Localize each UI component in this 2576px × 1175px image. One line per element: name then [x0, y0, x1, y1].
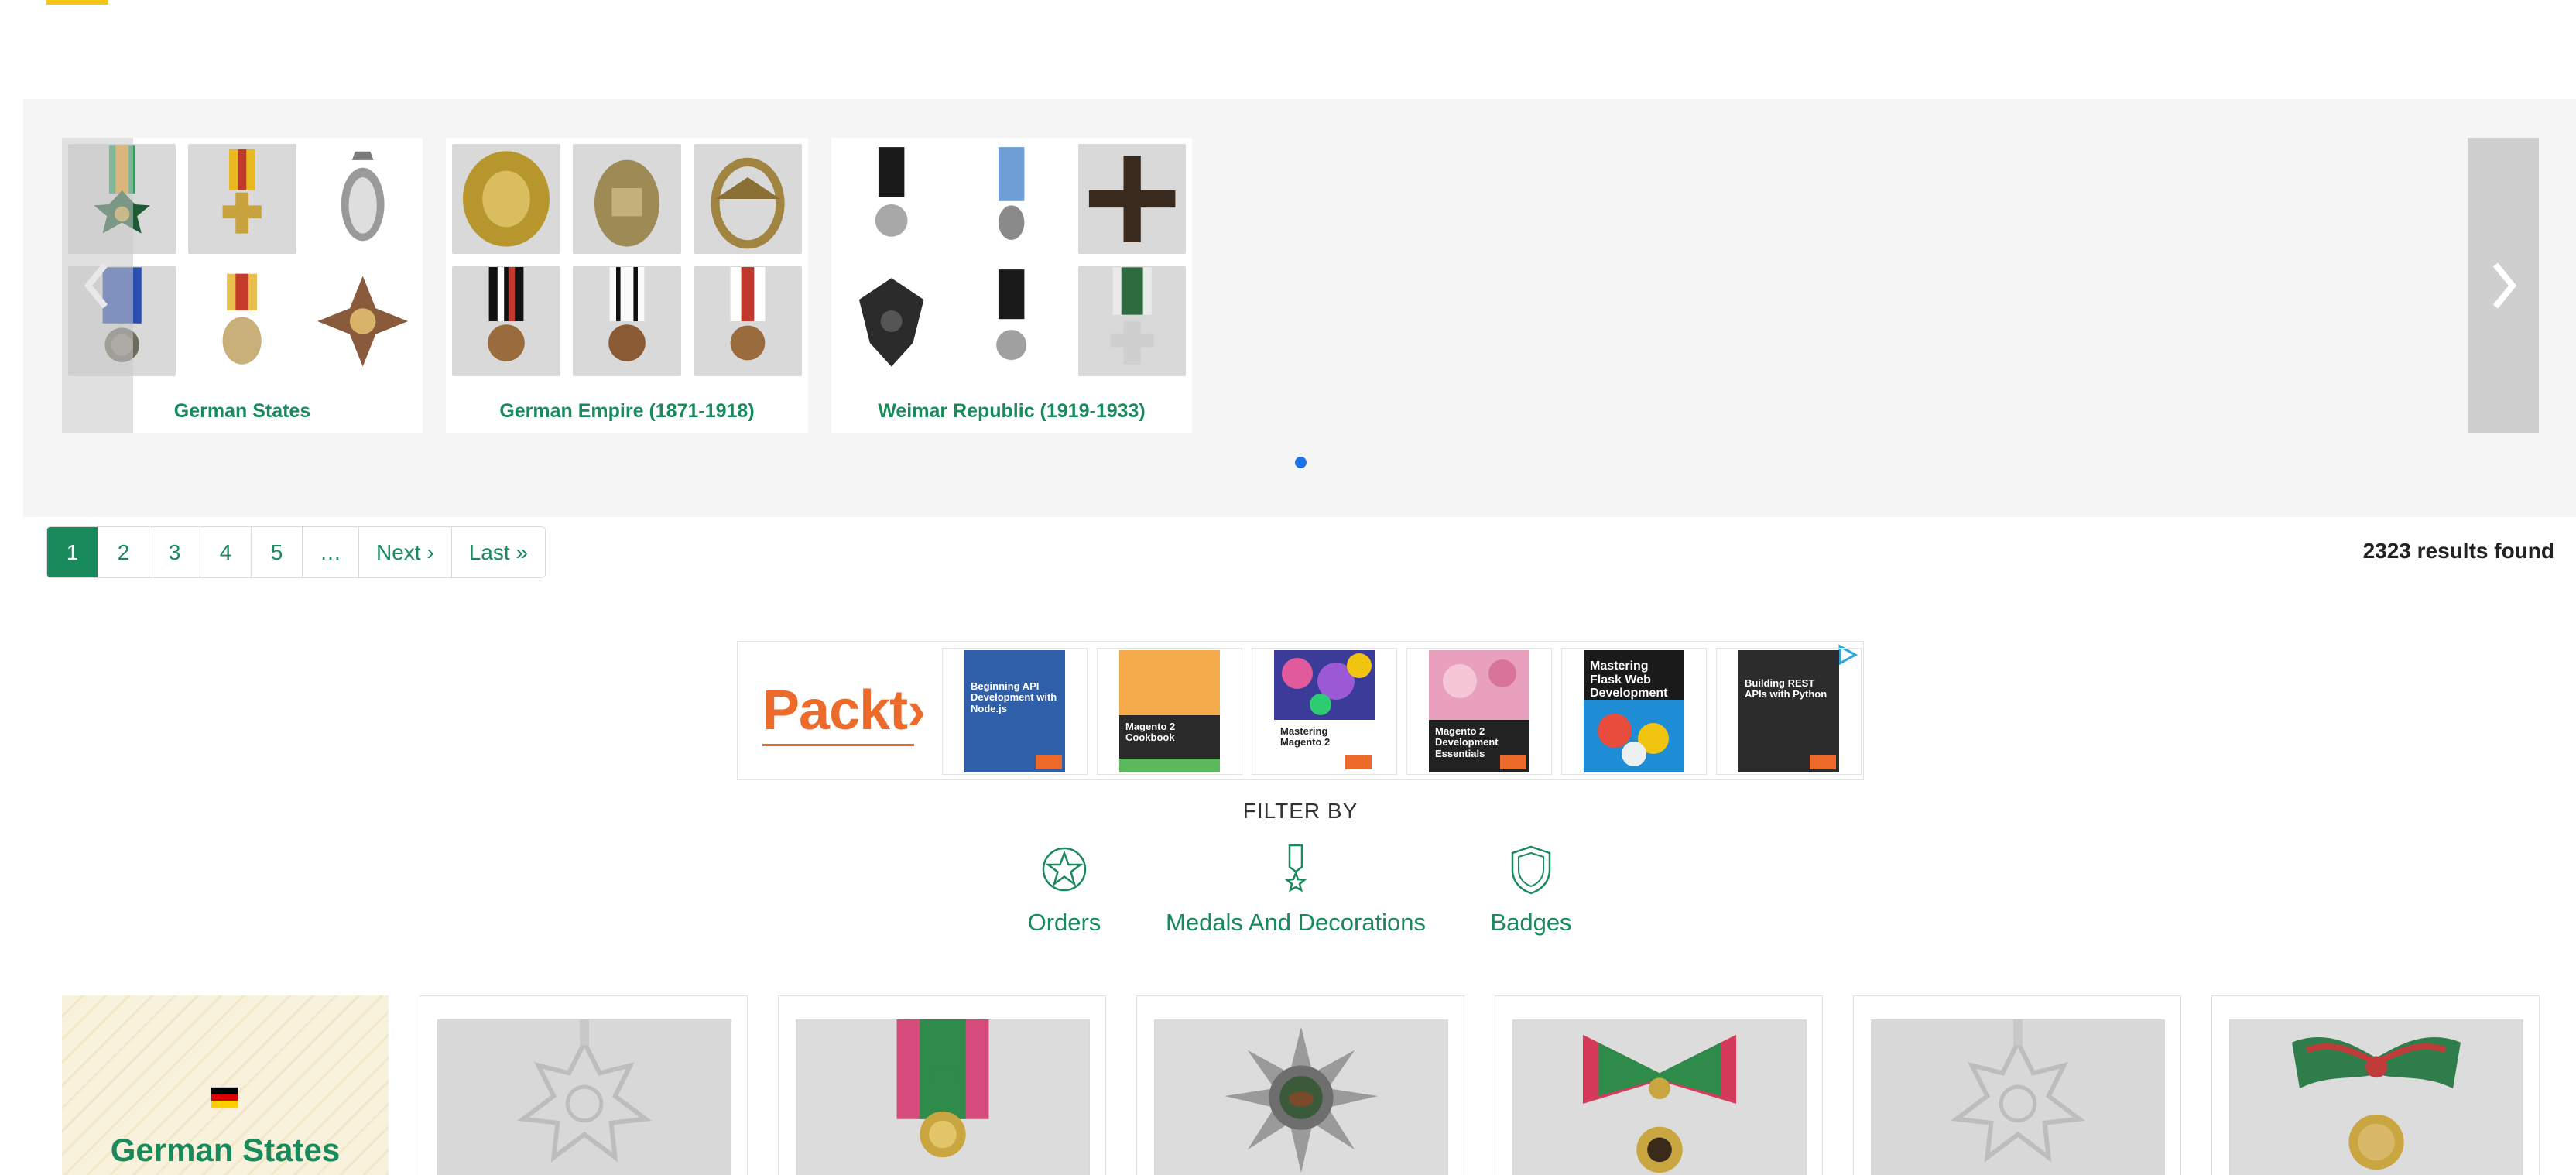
book-slot[interactable]: Mastering Magento 2	[1252, 648, 1397, 775]
page-1[interactable]: 1	[47, 527, 98, 577]
filter-medals-and-decorations[interactable]: Medals And Decorations	[1166, 844, 1426, 937]
star-medal-icon	[1042, 847, 1087, 892]
product-image	[1871, 1019, 2165, 1175]
book-cover: Mastering Magento 2	[1274, 650, 1375, 772]
book-title: Beginning API Development with Node.js	[971, 680, 1057, 714]
last-page-link[interactable]: Last »	[452, 527, 545, 577]
state-name: German States	[110, 1132, 341, 1168]
packt-logo[interactable]: Packt›	[762, 679, 926, 742]
badge-thumbnail	[694, 144, 802, 254]
book-cover: Magento 2 Development Essentials	[1429, 650, 1530, 772]
medal-thumbnail	[694, 266, 802, 376]
medal-thumbnail	[1077, 266, 1186, 376]
medal-thumbnail	[573, 266, 681, 376]
book-title: Magento 2 Development Essentials	[1435, 725, 1499, 759]
product-card[interactable]	[1853, 995, 2181, 1175]
medal-thumbnail	[452, 266, 560, 376]
product-image	[796, 1019, 1090, 1175]
ribbon-medal-icon	[1284, 844, 1307, 892]
packt-tag	[1810, 755, 1836, 769]
badge-thumbnail	[838, 266, 946, 376]
packt-tag	[1345, 755, 1372, 769]
filter-title: FILTER BY	[1242, 799, 1358, 823]
filter-label: Badges	[1490, 909, 1572, 936]
chevron-right-icon	[2492, 262, 2517, 309]
medal-thumbnail	[1077, 144, 1186, 254]
carousel-page-dot[interactable]	[1295, 457, 1307, 468]
product-image	[437, 1019, 731, 1175]
filter-label: Orders	[1027, 909, 1101, 936]
product-card[interactable]	[778, 995, 1106, 1175]
category-card-weimar-republic[interactable]: Weimar Republic (1919-1933)	[831, 138, 1192, 433]
chevron-left-icon	[84, 262, 108, 309]
book-slot[interactable]: Building REST APIs with Python	[1716, 648, 1862, 775]
page-ellipsis[interactable]: …	[303, 527, 359, 577]
book-cover: Mastering Flask Web Development	[1584, 650, 1684, 772]
product-card[interactable]	[1495, 995, 1823, 1175]
medal-thumbnail	[188, 144, 296, 254]
product-image	[2229, 1019, 2523, 1175]
top-accent-bar	[46, 0, 108, 5]
medal-thumbnail	[957, 144, 1066, 254]
carousel-next-button[interactable]	[2468, 138, 2539, 433]
germany-flag-icon	[211, 1087, 238, 1108]
logo-underline	[762, 744, 914, 746]
book-slot[interactable]: Magento 2 Development Essentials	[1406, 648, 1552, 775]
german-states-category-card[interactable]: German States	[62, 995, 389, 1175]
filter-badges[interactable]: Badges	[1486, 844, 1576, 937]
page-2[interactable]: 2	[98, 527, 149, 577]
results-count: 2323 results found	[2362, 539, 2554, 563]
book-cover: Magento 2 Cookbook	[1119, 650, 1220, 772]
pagination: 1 2 3 4 5 … Next › Last »	[46, 526, 546, 578]
product-image	[1154, 1019, 1448, 1175]
book-slot[interactable]: Mastering Flask Web Development	[1561, 648, 1707, 775]
book-cover: Building REST APIs with Python	[1738, 650, 1839, 772]
product-card[interactable]	[1136, 995, 1464, 1175]
product-card[interactable]	[420, 995, 748, 1175]
book-title: Mastering Magento 2	[1280, 725, 1331, 749]
category-title: German Empire (1871-1918)	[499, 400, 755, 422]
book-cover: Beginning API Development with Node.js	[964, 650, 1065, 772]
page-4[interactable]: 4	[200, 527, 252, 577]
book-title: Mastering Flask Web Development	[1590, 659, 1668, 701]
book-title: Magento 2 Cookbook	[1125, 721, 1176, 744]
medal-thumbnail	[308, 266, 416, 376]
carousel-prev-button[interactable]	[62, 138, 133, 433]
next-page-link[interactable]: Next ›	[359, 527, 452, 577]
page-3[interactable]: 3	[149, 527, 200, 577]
medal-thumbnail	[308, 144, 416, 254]
book-title: Building REST APIs with Python	[1745, 677, 1828, 701]
book-slot[interactable]: Beginning API Development with Node.js	[942, 648, 1088, 775]
medal-thumbnail	[188, 266, 296, 376]
page-5[interactable]: 5	[252, 527, 303, 577]
product-card[interactable]	[2211, 995, 2540, 1175]
ad-banner[interactable]: Packt› Beginning API Development with No…	[737, 641, 1864, 780]
medal-thumbnail	[957, 266, 1066, 376]
category-card-german-empire[interactable]: German Empire (1871-1918)	[446, 138, 808, 433]
category-title: Weimar Republic (1919-1933)	[878, 400, 1146, 422]
packt-tag	[1500, 755, 1526, 769]
filter-label: Medals And Decorations	[1166, 909, 1427, 936]
badge-thumbnail	[452, 144, 560, 254]
filter-orders[interactable]: Orders	[1022, 844, 1107, 937]
packt-tag	[1036, 755, 1062, 769]
shield-badge-icon	[1511, 845, 1551, 895]
book-slot[interactable]: Magento 2 Cookbook	[1097, 648, 1242, 775]
badge-thumbnail	[573, 144, 681, 254]
medal-thumbnail	[838, 144, 946, 254]
product-image	[1512, 1019, 1807, 1175]
